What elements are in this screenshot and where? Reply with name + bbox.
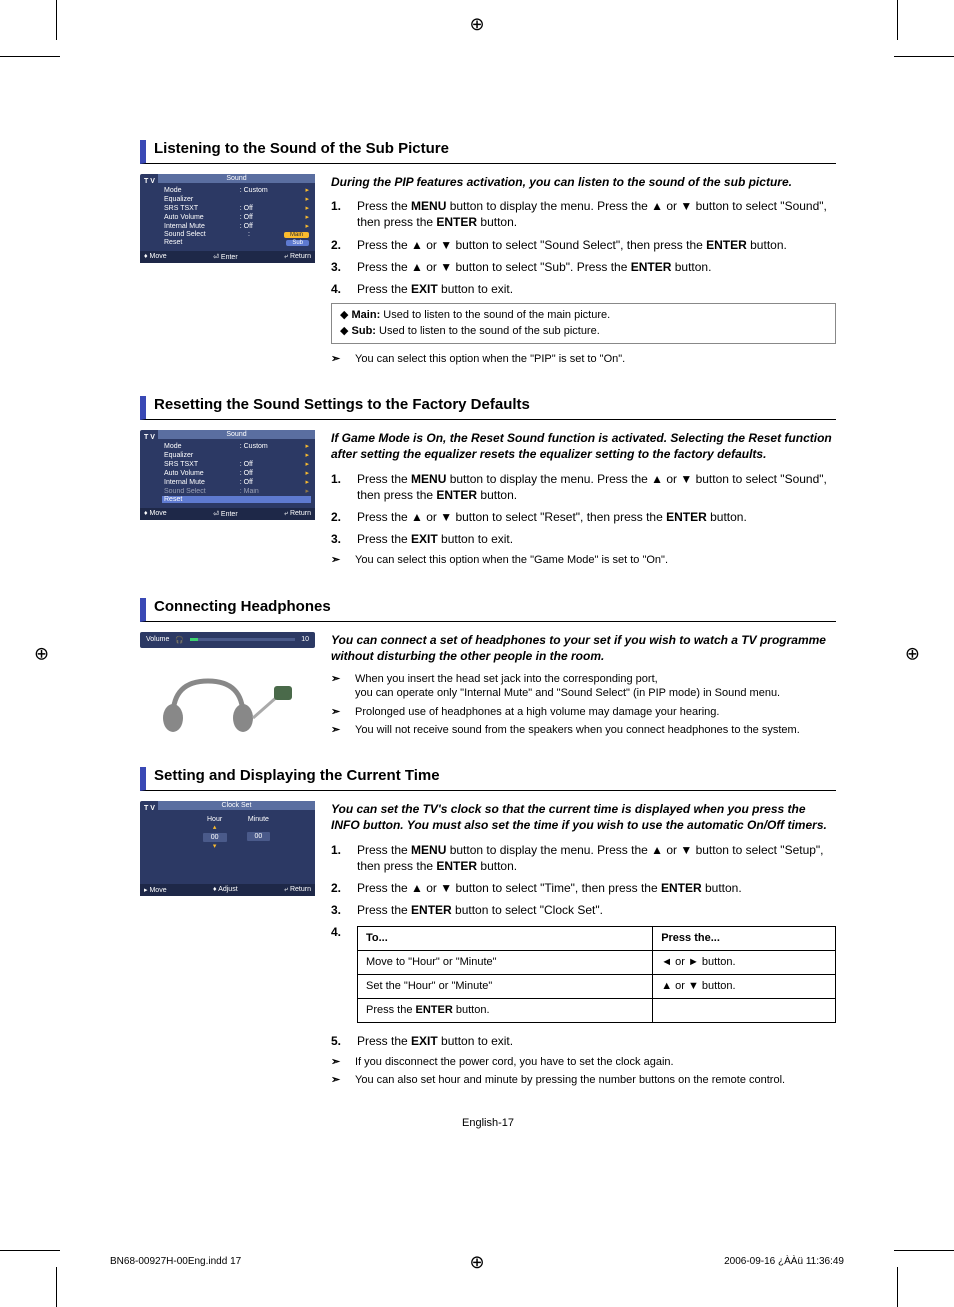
intro-s1: During the PIP features activation, you …: [331, 174, 836, 190]
note-s4-1: ➣If you disconnect the power cord, you h…: [331, 1055, 836, 1069]
note-s2: ➣You can select this option when the "Ga…: [331, 553, 836, 567]
heading-clock: Setting and Displaying the Current Time: [140, 767, 836, 791]
section-sub-picture: Listening to the Sound of the Sub Pictur…: [140, 140, 836, 370]
registration-mark-right: ⊕: [905, 643, 920, 664]
osd-thumbnail-clock: T V Clock Set Hour▴00▾ Minute 00 ▸ Move …: [140, 801, 315, 896]
osd-thumbnail-sound-2: T V Sound Mode: Custom▸ Equalizer▸ SRS T…: [140, 430, 315, 520]
headphone-icon: 🎧: [175, 636, 184, 644]
heading-sub-picture: Listening to the Sound of the Sub Pictur…: [140, 140, 836, 164]
osd-volume-bar: Volume 🎧 10: [140, 632, 315, 648]
headphone-illustration: [140, 666, 315, 739]
intro-s2: If Game Mode is On, the Reset Sound func…: [331, 430, 836, 462]
section-clock: Setting and Displaying the Current Time …: [140, 767, 836, 1091]
osd-thumbnail-sound-1: T V Sound Mode: Custom▸ Equalizer▸ SRS T…: [140, 174, 315, 263]
note-s4-2: ➣You can also set hour and minute by pre…: [331, 1073, 836, 1087]
info-box-main-sub: ◆ Main: Used to listen to the sound of t…: [331, 303, 836, 344]
intro-s3: You can connect a set of headphones to y…: [331, 632, 836, 664]
thumb-title: Sound: [158, 174, 315, 183]
intro-s4: You can set the TV's clock so that the c…: [331, 801, 836, 833]
note-s1: ➣You can select this option when the "PI…: [331, 352, 836, 366]
heading-reset-sound: Resetting the Sound Settings to the Fact…: [140, 396, 836, 420]
footer-filename: BN68-00927H-00Eng.indd 17: [110, 1256, 241, 1267]
registration-mark-top: ⊕: [469, 14, 484, 35]
press-table: To...Press the... Move to "Hour" or "Min…: [357, 926, 836, 1022]
note-s3-1: ➣When you insert the head set jack into …: [331, 672, 836, 701]
section-headphones: Connecting Headphones Volume 🎧 10 You ca…: [140, 598, 836, 742]
heading-headphones: Connecting Headphones: [140, 598, 836, 622]
note-s3-3: ➣You will not receive sound from the spe…: [331, 723, 836, 737]
page-number: English-17: [140, 1117, 836, 1129]
registration-mark-left: ⊕: [34, 643, 49, 664]
note-s3-2: ➣Prolonged use of headphones at a high v…: [331, 705, 836, 719]
section-reset-sound: Resetting the Sound Settings to the Fact…: [140, 396, 836, 571]
footer-timestamp: 2006-09-16 ¿ÀÀü 11:36:49: [724, 1256, 844, 1267]
